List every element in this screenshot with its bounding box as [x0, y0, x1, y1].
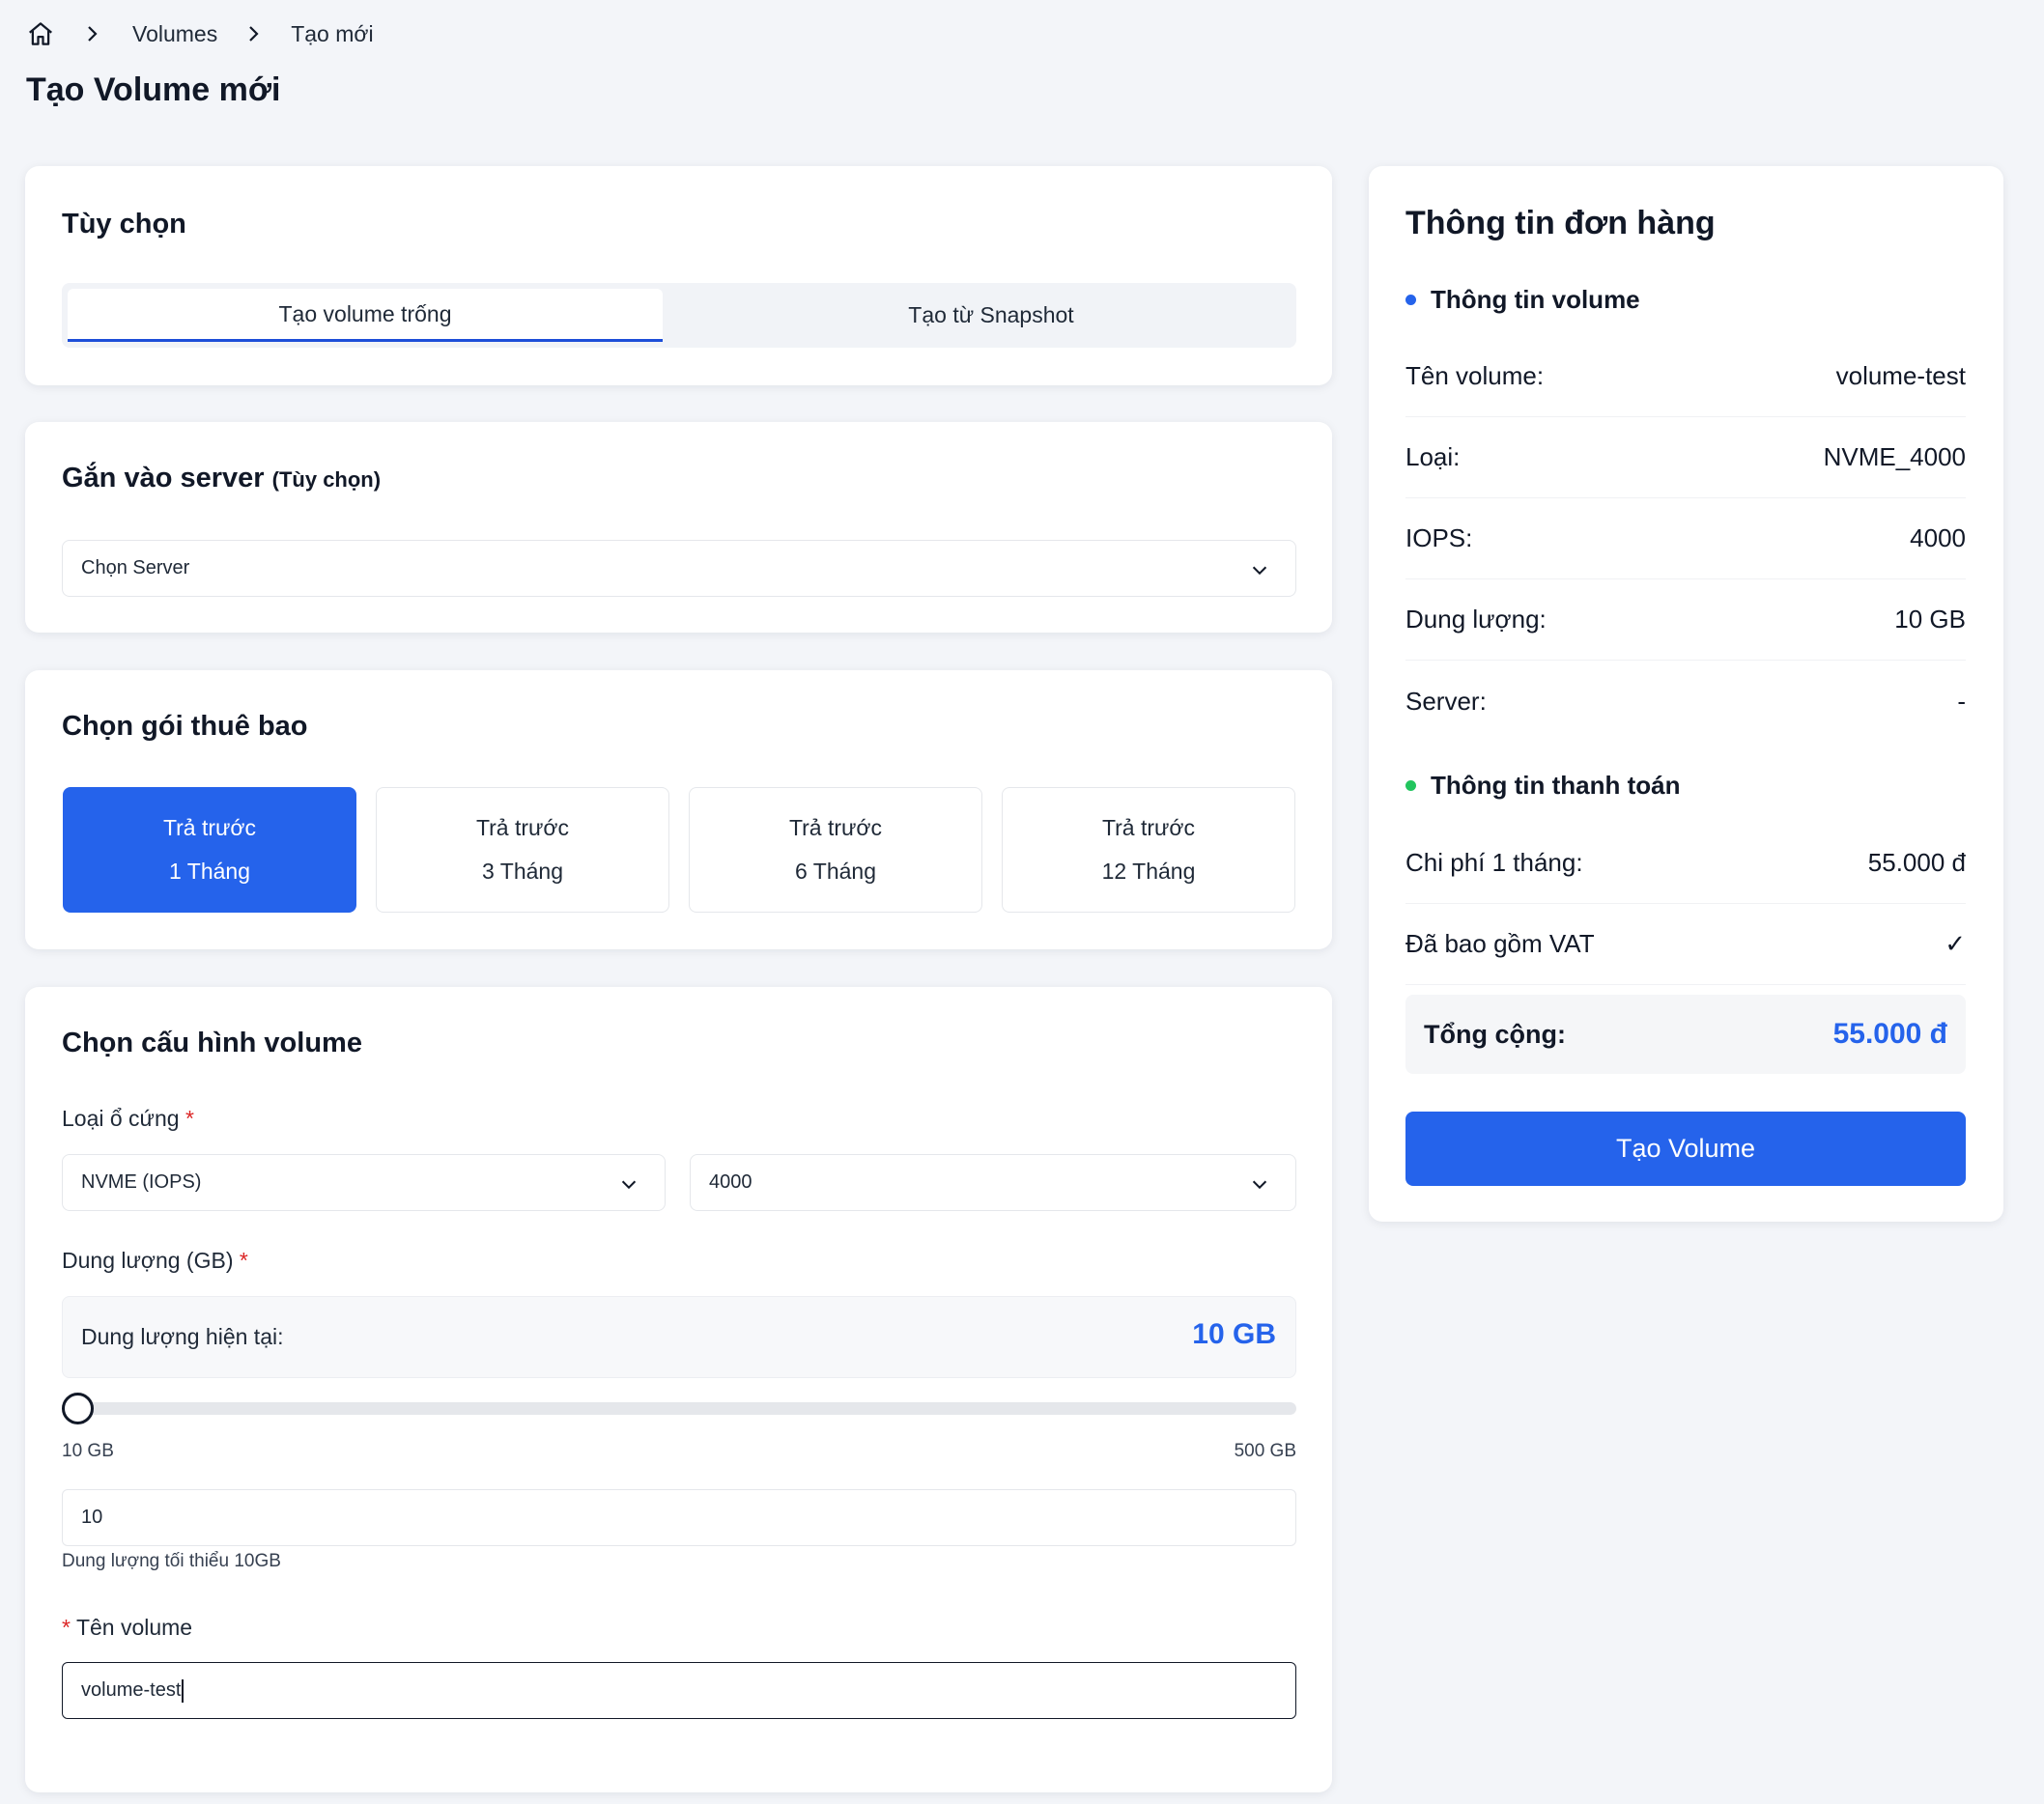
required-mark: * [239, 1248, 248, 1273]
capacity-slider-track[interactable] [62, 1402, 1296, 1415]
capacity-slider-thumb[interactable] [62, 1393, 94, 1424]
summary-row: Đã bao gồm VAT ✓ [1405, 904, 1966, 985]
chevron-right-icon [241, 22, 265, 45]
tab-from-snapshot[interactable]: Tạo từ Snapshot [690, 289, 1292, 342]
create-volume-button[interactable]: Tạo Volume [1405, 1112, 1966, 1186]
check-icon: ✓ [1945, 929, 1966, 958]
plan-1-month[interactable]: Trả trước 1 Tháng [63, 787, 356, 913]
volume-name-input[interactable]: volume-test [62, 1662, 1296, 1719]
order-summary-title: Thông tin đơn hàng [1405, 205, 1716, 241]
volume-config-title: Chọn cấu hình volume [62, 1028, 362, 1058]
capacity-input[interactable]: 10 [62, 1489, 1296, 1546]
plan-3-months[interactable]: Trả trước 3 Tháng [376, 787, 669, 913]
plan-6-months[interactable]: Trả trước 6 Tháng [689, 787, 982, 913]
iops-select[interactable]: 4000 [690, 1154, 1296, 1211]
options-card-title: Tùy chọn [62, 209, 186, 240]
attach-server-title: Gắn vào server (Tùy chọn) [62, 463, 382, 493]
volume-info-section: Thông tin volume [1405, 285, 1640, 315]
tab-empty-volume[interactable]: Tạo volume trống [68, 289, 663, 342]
current-capacity-value: 10 GB [1192, 1318, 1276, 1350]
total-label: Tổng cộng: [1424, 1019, 1566, 1049]
slider-max-label: 500 GB [1234, 1441, 1296, 1461]
capacity-hint: Dung lượng tối thiểu 10GB [62, 1551, 281, 1571]
chevron-right-icon [80, 22, 103, 45]
summary-row: Chi phí 1 tháng: 55.000 đ [1405, 823, 1966, 904]
volume-name-label: * Tên volume [62, 1615, 193, 1640]
options-card: Tùy chọn Tạo volume trống Tạo từ Snapsho… [25, 166, 1332, 385]
breadcrumb: Volumes Tạo mới [26, 17, 374, 50]
options-tabs: Tạo volume trống Tạo từ Snapshot [62, 283, 1296, 348]
attach-server-card: Gắn vào server (Tùy chọn) Chọn Server [25, 422, 1332, 633]
order-summary-card: Thông tin đơn hàng Thông tin volume Tên … [1369, 166, 2003, 1222]
bullet-dot-icon [1405, 780, 1416, 791]
disk-type-select[interactable]: NVME (IOPS) [62, 1154, 666, 1211]
breadcrumb-item-current: Tạo mới [291, 20, 374, 46]
disk-type-label: Loại ổ cứng * [62, 1106, 194, 1131]
required-mark: * [185, 1106, 194, 1131]
capacity-label: Dung lượng (GB) * [62, 1248, 248, 1273]
volume-config-card: Chọn cấu hình volume Loại ổ cứng * NVME … [25, 987, 1332, 1792]
server-select[interactable]: Chọn Server [62, 540, 1296, 597]
summary-row: Loại: NVME_4000 [1405, 417, 1966, 498]
subscription-card-title: Chọn gói thuê bao [62, 711, 308, 742]
breadcrumb-item-volumes[interactable]: Volumes [132, 21, 217, 47]
chevron-down-icon [1252, 566, 1267, 576]
summary-row: Server: - [1405, 686, 1966, 716]
current-capacity-box: Dung lượng hiện tại: 10 GB [62, 1296, 1296, 1378]
optional-note: (Tùy chọn) [271, 467, 382, 492]
plan-12-months[interactable]: Trả trước 12 Tháng [1002, 787, 1295, 913]
text-cursor [182, 1678, 184, 1703]
required-mark: * [62, 1615, 71, 1640]
current-capacity-label: Dung lượng hiện tại: [81, 1324, 284, 1349]
payment-info-section: Thông tin thanh toán [1405, 771, 1681, 801]
chevron-down-icon [621, 1180, 637, 1190]
bullet-dot-icon [1405, 295, 1416, 305]
home-icon[interactable] [26, 19, 55, 48]
summary-row: Dung lượng: 10 GB [1405, 579, 1966, 661]
subscription-card: Chọn gói thuê bao Trả trước 1 Tháng Trả t… [25, 670, 1332, 949]
chevron-down-icon [1252, 1180, 1267, 1190]
total-value: 55.000 đ [1832, 1018, 1947, 1050]
total-box: Tổng cộng: 55.000 đ [1405, 995, 1966, 1074]
summary-row: Tên volume: volume-test [1405, 336, 1966, 417]
summary-row: IOPS: 4000 [1405, 498, 1966, 579]
page-title: Tạo Volume mới [26, 71, 281, 108]
slider-min-label: 10 GB [62, 1441, 114, 1461]
